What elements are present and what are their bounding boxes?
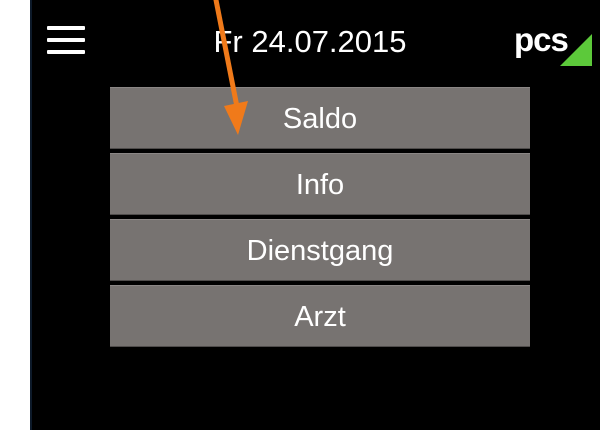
screen-edge [30, 0, 32, 430]
main-menu: Saldo Info Dienstgang Arzt [110, 87, 530, 351]
green-triangle-logo-icon [560, 34, 592, 66]
hamburger-line [47, 50, 85, 54]
menu-item-saldo[interactable]: Saldo [110, 87, 530, 149]
menu-item-info[interactable]: Info [110, 153, 530, 215]
menu-item-dienstgang[interactable]: Dienstgang [110, 219, 530, 281]
menu-item-arzt[interactable]: Arzt [110, 285, 530, 347]
date-title: Fr 24.07.2015 [213, 24, 407, 59]
hamburger-line [47, 26, 85, 30]
hamburger-menu-icon[interactable] [47, 22, 91, 58]
pcs-logo: pcs [514, 20, 594, 68]
hamburger-line [47, 38, 85, 42]
